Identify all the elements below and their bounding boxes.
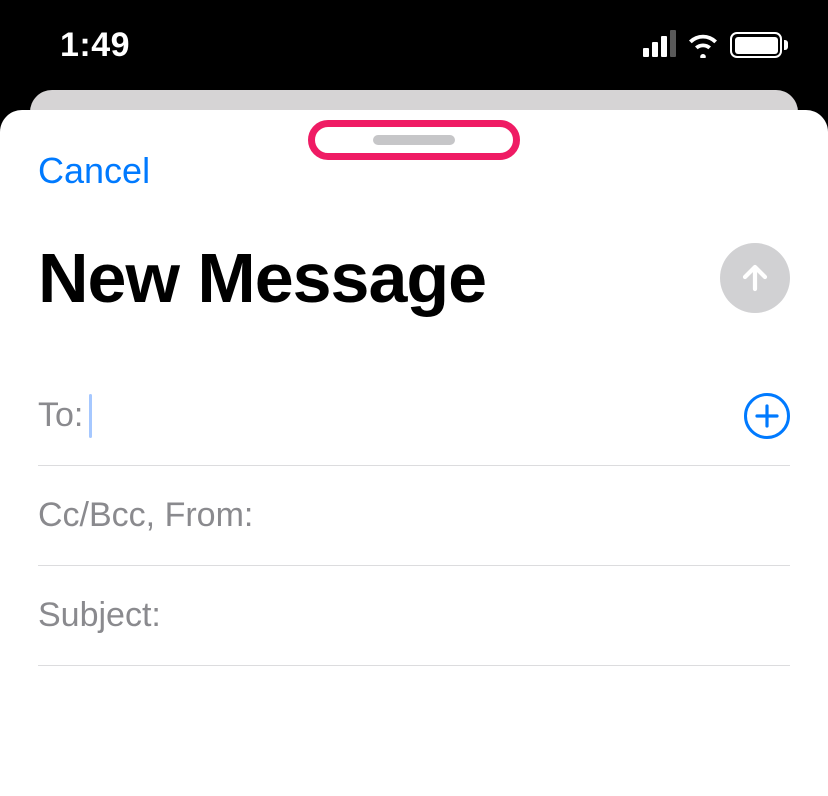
grabber-handle-icon [373, 135, 455, 145]
subject-input[interactable] [167, 591, 790, 641]
sheet-title: New Message [38, 238, 486, 318]
grabber-highlight-annotation [308, 120, 520, 160]
to-input[interactable] [98, 391, 744, 441]
text-cursor-icon [89, 394, 92, 438]
ccbcc-from-input[interactable] [259, 491, 790, 541]
status-time: 1:49 [60, 26, 130, 65]
subject-field[interactable]: Subject: [38, 566, 790, 666]
send-button[interactable] [720, 243, 790, 313]
to-label: To: [38, 396, 83, 435]
status-icons [643, 32, 788, 58]
compose-sheet: Cancel New Message To: Cc/Bcc, From: Sub… [0, 110, 828, 796]
subject-label: Subject: [38, 596, 161, 635]
wifi-icon [686, 32, 720, 58]
plus-icon [754, 403, 780, 429]
battery-icon [730, 32, 788, 58]
sheet-grabber[interactable] [308, 120, 520, 160]
ccbcc-from-field[interactable]: Cc/Bcc, From: [38, 466, 790, 566]
ccbcc-from-label: Cc/Bcc, From: [38, 496, 253, 535]
arrow-up-icon [736, 259, 774, 297]
cancel-button[interactable]: Cancel [38, 150, 150, 192]
cellular-signal-icon [643, 33, 676, 57]
to-field[interactable]: To: [38, 366, 790, 466]
add-contact-button[interactable] [744, 393, 790, 439]
status-bar: 1:49 [0, 0, 828, 90]
